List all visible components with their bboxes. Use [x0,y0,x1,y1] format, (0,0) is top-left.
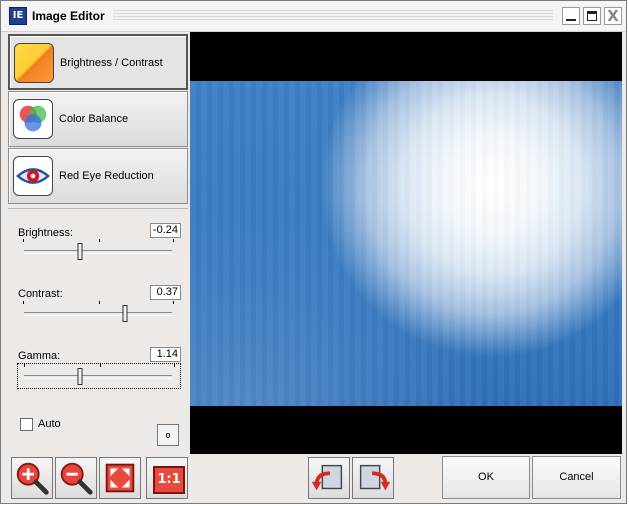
title-bar[interactable]: IE Image Editor X [1,1,626,32]
bottom-toolbar: 1:1 OK Cancel [1,455,626,503]
slider-tick [173,239,174,242]
preview-photo-texture [190,81,622,406]
contrast-label: Contrast: [18,288,63,300]
auto-checkbox[interactable] [20,418,33,431]
brightness-label: Brightness: [18,227,74,239]
rotate-right-icon [359,464,391,491]
panel-divider [8,208,188,209]
slider-thumb[interactable] [77,243,83,260]
fit-to-window-icon [105,463,135,493]
ok-button[interactable]: OK [442,456,530,499]
rotate-left-icon [311,464,343,491]
minimize-button[interactable] [562,7,580,25]
slider-tick [23,239,24,242]
zoom-out-icon [60,462,93,495]
contrast-value[interactable]: 0.37 [150,285,181,300]
slider-tick [99,301,100,304]
adjustments-panel: Brightness / Contrast Color Balance Red … [8,32,188,455]
image-preview [190,32,622,454]
zoom-out-button[interactable] [55,457,97,499]
slider-tick [100,364,101,367]
fit-to-window-button[interactable] [99,457,141,499]
color-balance-icon [13,99,53,139]
contrast-slider[interactable] [21,301,175,325]
auto-label: Auto [38,418,61,430]
brightness-slider[interactable] [21,239,175,263]
slider-thumb[interactable] [77,368,83,385]
zoom-in-icon [16,462,49,495]
gamma-value[interactable]: 1.14 [150,347,181,362]
actual-size-button[interactable]: 1:1 [146,457,188,499]
slider-track [24,312,172,316]
brightness-value[interactable]: -0.24 [150,223,181,238]
rotate-right-button[interactable] [352,457,394,499]
rotate-left-button[interactable] [308,457,350,499]
image-editor-window: IE Image Editor X Brightness / Contrast … [0,0,627,504]
tool-red-eye-button[interactable]: Red Eye Reduction [8,148,188,204]
close-button[interactable]: X [604,7,622,25]
tool-color-balance-button[interactable]: Color Balance [8,91,188,147]
zoom-in-button[interactable] [11,457,53,499]
gamma-slider[interactable] [17,363,181,389]
red-eye-icon [13,156,53,196]
slider-tick [174,364,175,367]
brightness-contrast-icon [14,43,54,83]
reset-button[interactable]: o [157,424,179,446]
maximize-button[interactable] [583,7,601,25]
slider-track [24,375,172,379]
tool-label: Color Balance [59,113,129,125]
slider-tick [23,301,24,304]
cancel-button[interactable]: Cancel [532,456,621,499]
slider-tick [173,301,174,304]
slider-tick [99,239,100,242]
window-title: Image Editor [32,9,105,23]
actual-size-icon: 1:1 [153,466,185,494]
tool-label: Red Eye Reduction [59,170,154,182]
slider-thumb[interactable] [122,305,128,322]
tool-label: Brightness / Contrast [60,57,163,69]
app-icon: IE [9,7,27,25]
title-bar-grip [113,10,553,22]
tool-brightness-contrast-button[interactable]: Brightness / Contrast [8,34,188,90]
slider-tick [24,364,25,367]
gamma-label: Gamma: [18,350,61,362]
slider-track [24,250,172,254]
